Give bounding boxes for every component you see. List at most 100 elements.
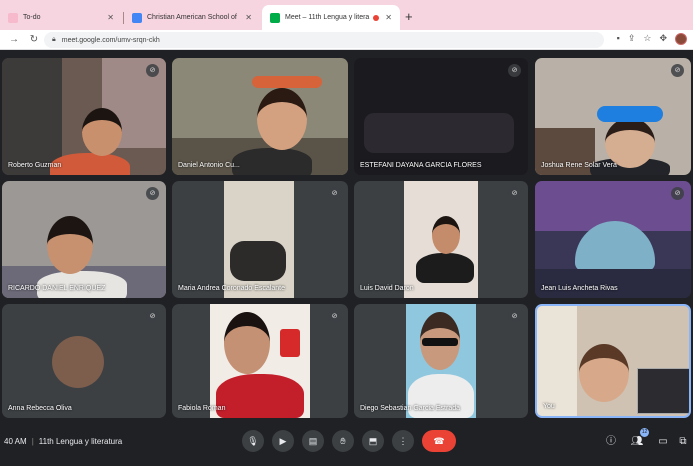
close-tab-icon[interactable]: ✕ <box>101 13 114 22</box>
participant-tile[interactable]: ⊘ Maria Andrea Coronado Escalante <box>172 181 348 298</box>
camera-button[interactable]: ▶ <box>272 430 294 452</box>
participant-video <box>224 312 270 374</box>
mute-icon: ⊘ <box>328 310 341 323</box>
participant-video <box>416 253 474 283</box>
participant-name: You <box>543 403 555 410</box>
participant-tile[interactable]: ⊘ Jean Luis Ancheta Rivas <box>535 181 691 298</box>
participant-name: Luis David Daron <box>360 285 414 292</box>
separator: | <box>31 437 34 446</box>
participant-name: Jean Luis Ancheta Rivas <box>541 285 618 292</box>
participant-name: Roberto Guzman <box>8 162 62 169</box>
share-icon[interactable]: ⇪ <box>628 33 636 45</box>
url-field[interactable]: 🔒︎ meet.google.com/umv-srqn-ckh <box>44 32 604 48</box>
participant-tile[interactable]: ⊘ Diego Sebastian Garcia Estrada <box>354 304 528 418</box>
chat-button[interactable]: ▭ <box>656 435 670 449</box>
mute-icon: ⊘ <box>146 187 159 200</box>
todo-favicon-icon <box>8 12 18 23</box>
reload-icon[interactable]: ↻ <box>28 34 40 45</box>
chat-icon: ▭ <box>658 436 668 447</box>
tab-google-meet[interactable]: Meet – 11th Lengua y litera ✕ <box>262 5 400 30</box>
participant-tile[interactable]: ⊘ Luis David Daron <box>354 181 528 298</box>
tab-christian-american-school[interactable]: Christian American School of ✕ <box>124 5 260 30</box>
mute-icon: ⊘ <box>671 64 684 77</box>
participant-avatar <box>52 336 104 388</box>
mute-icon: ⊘ <box>328 187 341 200</box>
tab-todo[interactable]: To-do ✕ <box>0 5 122 30</box>
tab-title: Meet – 11th Lengua y litera <box>285 14 370 21</box>
mute-icon: ⊘ <box>508 64 521 77</box>
participant-tile[interactable]: ⊘ ESTEFANI DAYANA GARCIA FLORES <box>354 58 528 175</box>
participant-name: Maria Andrea Coronado Escalante <box>178 285 286 292</box>
participant-name: Diego Sebastian Garcia Estrada <box>360 405 460 412</box>
window-background <box>537 306 577 416</box>
mute-icon: ⊘ <box>508 187 521 200</box>
participant-video <box>432 216 460 254</box>
bookmark-star-icon[interactable]: ☆ <box>643 33 651 45</box>
info-icon: ⓘ <box>606 436 616 447</box>
participant-video <box>232 148 312 175</box>
people-icon: 👥︎ <box>630 436 644 447</box>
self-video <box>579 344 629 402</box>
raise-hand-icon: ✋︎ <box>340 436 346 446</box>
participant-video <box>216 374 304 418</box>
browser-tab-strip: To-do ✕ Christian American School of ✕ M… <box>0 0 693 30</box>
browser-actions: ▪ ⇪ ☆ ✥ <box>617 33 687 45</box>
mute-icon: ⊘ <box>671 187 684 200</box>
school-favicon-icon <box>132 12 142 23</box>
participant-tile[interactable]: ⊘ Joshua Rene Solar Vera <box>535 58 691 175</box>
new-tab-button[interactable]: + <box>405 9 413 24</box>
participant-tile[interactable]: ⊘ Anna Rebecca Oliva <box>2 304 166 418</box>
participant-tile[interactable]: ⊘ Fabiola Roman <box>172 304 348 418</box>
meeting-title: 11th Lengua y literatura <box>38 437 123 446</box>
participant-tile[interactable]: ⊘ Roberto Guzman <box>2 58 166 175</box>
dark-room <box>364 113 514 153</box>
more-options-icon: ⋮ <box>398 436 408 446</box>
profile-avatar[interactable] <box>675 33 687 45</box>
forward-arrow-icon[interactable]: → <box>8 34 20 45</box>
participant-tile[interactable]: Daniel Antonio Cu... <box>172 58 348 175</box>
extensions-icon[interactable]: ✥ <box>659 33 667 45</box>
captions-icon: ▤ <box>308 436 318 446</box>
close-tab-icon[interactable]: ✕ <box>239 13 252 22</box>
tab-title: Christian American School of <box>147 14 237 21</box>
participant-video <box>82 108 122 156</box>
mute-icon: ⊘ <box>146 64 159 77</box>
tab-title: To-do <box>23 14 41 21</box>
participant-video <box>230 241 286 281</box>
url-text: meet.google.com/umv-srqn-ckh <box>61 36 160 44</box>
meeting-time: 40 AM <box>4 437 27 446</box>
activities-button[interactable]: ⧉ <box>676 435 690 449</box>
participant-name: Anna Rebecca Oliva <box>8 405 72 412</box>
participant-video <box>47 216 93 274</box>
microphone-button[interactable]: 🎙︎ <box>242 430 264 452</box>
mute-icon: ⊘ <box>508 310 521 323</box>
room-wall <box>2 58 62 175</box>
participant-name: Fabiola Roman <box>178 405 226 412</box>
participant-name: ESTEFANI DAYANA GARCIA FLORES <box>360 162 482 169</box>
mute-icon: ⊘ <box>146 310 159 323</box>
hat-object <box>252 76 322 88</box>
camera-in-use-icon[interactable]: ▪ <box>617 33 620 45</box>
activities-icon: ⧉ <box>679 436 687 447</box>
participant-name: Joshua Rene Solar Vera <box>541 162 617 169</box>
present-button[interactable]: ⬒ <box>362 430 384 452</box>
people-button[interactable]: 👥︎ <box>630 435 644 449</box>
meet-favicon-icon <box>270 12 280 23</box>
self-view-tile[interactable]: You <box>535 304 691 418</box>
captions-button[interactable]: ▤ <box>302 430 324 452</box>
more-options-button[interactable]: ⋮ <box>392 430 414 452</box>
meeting-info-button[interactable]: ⓘ <box>604 435 618 449</box>
participant-name: Daniel Antonio Cu... <box>178 162 240 169</box>
end-call-icon: ☎︎ <box>433 436 445 446</box>
close-tab-icon[interactable]: ✕ <box>379 13 392 22</box>
virtual-background <box>535 269 691 298</box>
microphone-icon: 🎙︎ <box>247 436 259 446</box>
participant-tile[interactable]: ⊘ RICARDO DANIEL ENRIQUEZ <box>2 181 166 298</box>
raise-hand-button[interactable]: ✋︎ <box>332 430 354 452</box>
end-call-button[interactable]: ☎︎ <box>422 430 456 452</box>
participant-video <box>605 118 655 168</box>
screen-share-preview <box>637 368 689 414</box>
cup-object <box>280 329 300 357</box>
lock-icon: 🔒︎ <box>52 36 56 43</box>
meeting-details: 40 AM | 11th Lengua y literatura <box>4 437 122 446</box>
